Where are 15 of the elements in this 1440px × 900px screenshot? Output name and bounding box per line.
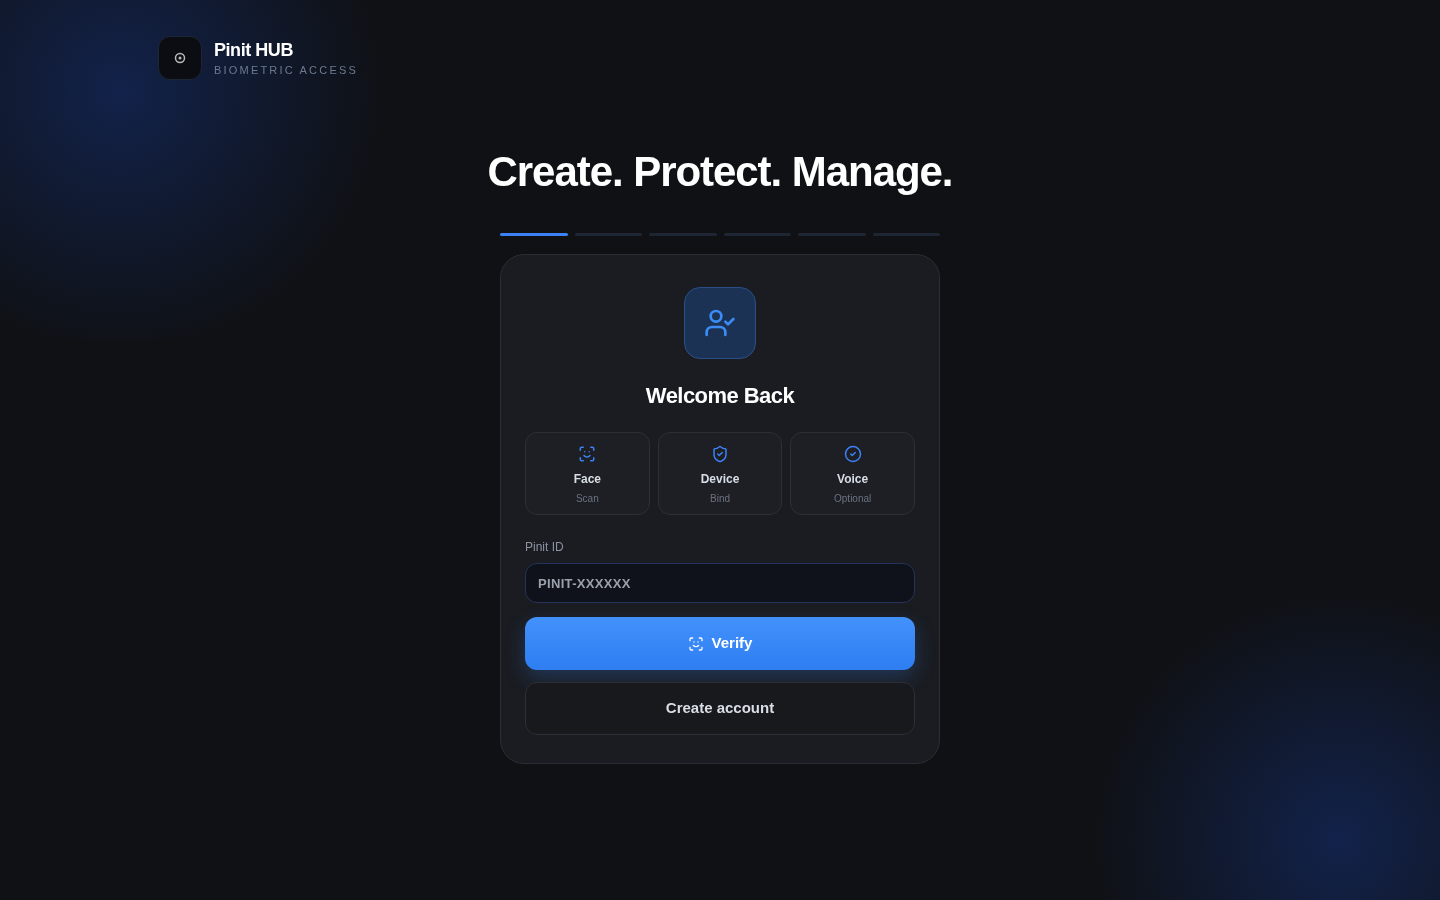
create-account-button[interactable]: Create account — [525, 682, 915, 735]
auth-method-option[interactable]: Device Bind — [657, 432, 783, 515]
face-scan-icon — [578, 445, 597, 463]
pinit-id-field[interactable]: PINIT-XXXXXX — [525, 563, 915, 603]
brand-name: Pinit HUB — [214, 38, 294, 62]
auth-method-option[interactable]: Face Scan — [525, 432, 650, 515]
face-scan-icon — [687, 635, 704, 652]
field-label: Pinit ID — [525, 539, 565, 555]
auth-method-option[interactable]: Voice Optional — [790, 432, 915, 515]
user-check-icon — [704, 307, 736, 339]
card-title: Welcome Back — [645, 382, 795, 410]
headline: Create. Protect. Manage. — [486, 147, 954, 197]
check-circle-icon — [843, 445, 862, 463]
brand-tagline: BIOMETRIC ACCESS — [214, 62, 358, 78]
shield-check-icon — [711, 445, 729, 463]
